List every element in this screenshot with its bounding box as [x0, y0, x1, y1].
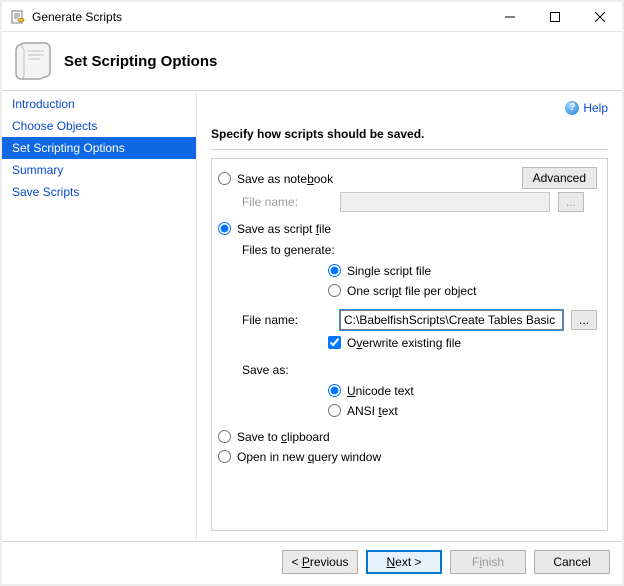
save-as-notebook-label[interactable]: Save as notebook [237, 172, 333, 186]
open-new-query-label[interactable]: Open in new query window [237, 450, 381, 464]
section-heading: Specify how scripts should be saved. [211, 121, 608, 150]
minimize-button[interactable] [487, 2, 532, 31]
unicode-radio[interactable] [328, 384, 341, 397]
help-row: ? Help [211, 97, 608, 121]
window-title: Generate Scripts [32, 10, 487, 24]
sidebar-item-set-scripting-options[interactable]: Set Scripting Options [2, 137, 196, 159]
single-script-row: Single script file [328, 261, 597, 281]
save-clipboard-row: Save to clipboard [218, 427, 597, 447]
wizard-body: Introduction Choose Objects Set Scriptin… [2, 91, 622, 541]
ansi-row: ANSI text [328, 401, 597, 421]
ansi-label[interactable]: ANSI text [347, 404, 398, 418]
notebook-filename-row: File name: ... [218, 189, 597, 215]
unicode-label[interactable]: Unicode text [347, 384, 414, 398]
wizard-sidebar: Introduction Choose Objects Set Scriptin… [2, 91, 197, 541]
save-as-scriptfile-radio[interactable] [218, 222, 231, 235]
previous-button[interactable]: < Previous [282, 550, 358, 574]
save-clipboard-radio[interactable] [218, 430, 231, 443]
per-object-radio[interactable] [328, 284, 341, 297]
save-as-scriptfile-label[interactable]: Save as script file [237, 222, 331, 236]
single-script-label[interactable]: Single script file [347, 264, 431, 278]
script-filename-input[interactable] [340, 310, 563, 330]
ansi-radio[interactable] [328, 404, 341, 417]
wizard-main: ? Help Specify how scripts should be sav… [197, 91, 622, 541]
save-as-encoding-label: Save as: [242, 359, 597, 381]
script-browse-button[interactable]: ... [571, 310, 597, 330]
overwrite-row: Overwrite existing file [328, 333, 597, 353]
notebook-filename-label: File name: [242, 195, 332, 209]
open-new-query-radio[interactable] [218, 450, 231, 463]
per-object-label[interactable]: One script file per object [347, 284, 476, 298]
open-new-query-row: Open in new query window [218, 447, 597, 467]
overwrite-label[interactable]: Overwrite existing file [347, 336, 461, 350]
wizard-title: Set Scripting Options [64, 53, 217, 70]
save-clipboard-label[interactable]: Save to clipboard [237, 430, 330, 444]
per-object-row: One script file per object [328, 281, 597, 301]
app-icon [10, 9, 26, 25]
files-to-generate-label: Files to generate: [242, 239, 597, 261]
help-link[interactable]: ? Help [565, 101, 608, 115]
sidebar-item-introduction[interactable]: Introduction [2, 93, 196, 115]
sidebar-item-save-scripts[interactable]: Save Scripts [2, 181, 196, 203]
advanced-button[interactable]: Advanced [522, 167, 597, 189]
save-as-notebook-radio[interactable] [218, 172, 231, 185]
unicode-row: Unicode text [328, 381, 597, 401]
script-icon [14, 41, 54, 81]
sidebar-item-summary[interactable]: Summary [2, 159, 196, 181]
options-panel: Advanced Save as notebook File name: ...… [211, 158, 608, 532]
script-filename-label: File name: [242, 313, 332, 327]
window-buttons [487, 2, 622, 31]
close-button[interactable] [577, 2, 622, 31]
sidebar-item-choose-objects[interactable]: Choose Objects [2, 115, 196, 137]
notebook-browse-button: ... [558, 192, 584, 212]
finish-button: Finish [450, 550, 526, 574]
maximize-button[interactable] [532, 2, 577, 31]
title-bar: Generate Scripts [2, 2, 622, 32]
wizard-header: Set Scripting Options [2, 32, 622, 91]
next-button[interactable]: Next > [366, 550, 442, 574]
notebook-filename-input [340, 192, 550, 212]
single-script-radio[interactable] [328, 264, 341, 277]
overwrite-checkbox[interactable] [328, 336, 341, 349]
cancel-button[interactable]: Cancel [534, 550, 610, 574]
help-label: Help [583, 101, 608, 115]
help-icon: ? [565, 101, 579, 115]
wizard-footer: < Previous Next > Finish Cancel [2, 541, 622, 581]
save-as-scriptfile-row: Save as script file [218, 219, 597, 239]
script-filename-row: File name: ... [242, 307, 597, 333]
scriptfile-subgroup: Files to generate: Single script file On… [218, 239, 597, 421]
